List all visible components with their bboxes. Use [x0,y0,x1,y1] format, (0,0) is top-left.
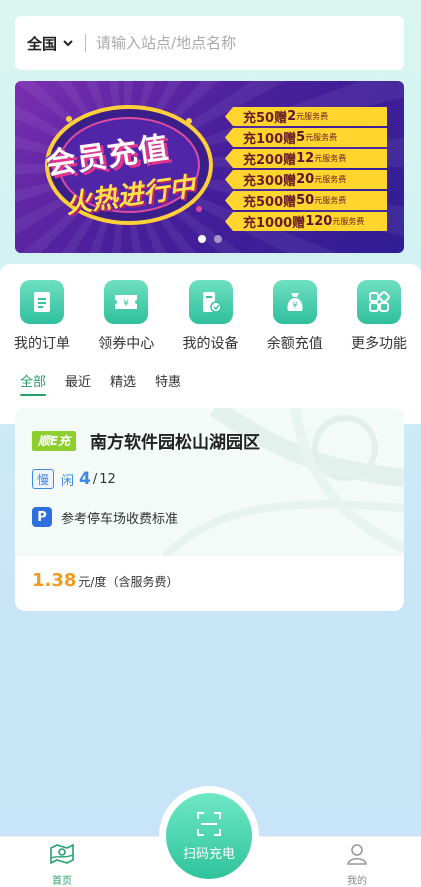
svg-text:¥: ¥ [292,301,297,310]
search-bar: 全国 [15,16,404,70]
quick-action-coupons[interactable]: ¥ 领券中心 [96,280,156,353]
tab-recent[interactable]: 最近 [65,371,91,396]
quick-action-label: 我的设备 [182,336,239,352]
promo-item: 充1000赠 120 元服务费 [225,212,387,231]
slot-availability: 慢 闲 4 / 12 [32,469,116,489]
quick-action-label: 余额充值 [266,336,323,352]
order-icon [20,280,64,324]
chevron-down-icon [63,40,73,47]
idle-count: 4 [79,469,91,489]
nav-mine-label: 我的 [347,876,367,887]
quick-action-recharge[interactable]: ¥ 余额充值 [265,280,325,353]
carousel-dot[interactable] [197,235,206,243]
station-header: 顺E充 南方软件园松山湖园区 [32,428,260,453]
brand-logo: 顺E充 [32,430,76,451]
parking-icon: P [32,507,52,527]
tab-all[interactable]: 全部 [20,371,47,396]
station-name: 南方软件园松山湖园区 [90,433,260,453]
nav-home-label: 首页 [52,876,72,887]
promo-item: 充500赠 50 元服务费 [225,191,387,210]
main-panel: 我的订单 ¥ 领券中心 我的设备 ¥ 余额充值 更多功能 全部 最近 精选 特惠 [0,264,421,424]
search-input[interactable] [96,34,377,52]
promo-item: 充100赠 5 元服务费 [225,128,387,147]
quick-action-label: 领券中心 [98,336,155,352]
promo-banner[interactable]: 会员充值 火热进行中 充50赠 2 元服务费 充100赠 5 元服务费 充200赠 12 元… [15,81,404,253]
promo-item: 充300赠 20 元服务费 [225,170,387,189]
quick-action-devices[interactable]: 我的设备 [181,280,241,353]
map-icon [50,843,74,865]
region-selector[interactable]: 全国 [27,33,73,54]
search-divider [85,34,87,52]
parking-info: P 参考停车场收费标准 [32,507,178,527]
scan-label: 扫码充电 [182,846,235,862]
user-icon [347,844,367,865]
nav-mine[interactable]: 我的 [327,843,387,887]
coupon-icon: ¥ [104,280,149,324]
region-label: 全国 [27,34,58,53]
idle-label: 闲 [61,473,75,489]
promo-item: 充50赠 2 元服务费 [225,107,387,126]
carousel-dots [15,235,404,243]
slot-separator: / [92,471,98,487]
promo-item: 充200赠 12 元服务费 [225,149,387,168]
parking-text: 参考停车场收费标准 [61,511,179,527]
total-count: 12 [99,471,116,487]
filter-tabs: 全部 最近 精选 特惠 [0,371,421,396]
quick-actions: 我的订单 ¥ 领券中心 我的设备 ¥ 余额充值 更多功能 [0,264,421,353]
nav-home[interactable]: 首页 [32,843,92,887]
slow-charger-badge: 慢 [32,469,54,489]
price-unit: 元/度（含服务费） [78,575,179,589]
quick-action-orders[interactable]: 我的订单 [12,280,72,353]
promo-list: 充50赠 2 元服务费 充100赠 5 元服务费 充200赠 12 元服务费 充300赠 20… [225,107,387,233]
grid-icon [357,280,401,324]
carousel-dot[interactable] [213,235,222,243]
device-icon [188,280,233,324]
tab-deals[interactable]: 特惠 [155,371,181,396]
tab-featured[interactable]: 精选 [110,371,136,396]
quick-action-label: 我的订单 [14,336,70,352]
price-info: 1.38 元/度（含服务费） [32,570,178,591]
wallet-icon: ¥ [272,280,317,324]
quick-action-more[interactable]: 更多功能 [349,280,409,353]
scan-icon [197,811,221,836]
station-card[interactable]: 顺E充 南方软件园松山湖园区 慢 闲 4 / 12 P 参考停车场收费标准 1.… [15,408,404,611]
scan-charge-button[interactable]: 扫码充电 [166,793,252,879]
scan-button-wrap: 扫码充电 [159,786,259,886]
svg-text:¥: ¥ [123,299,129,309]
quick-action-label: 更多功能 [351,336,407,352]
price-value: 1.38 [32,570,77,591]
